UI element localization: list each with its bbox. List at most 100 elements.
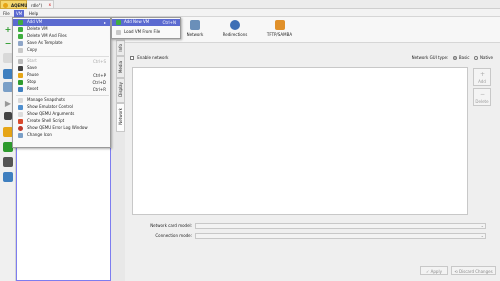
app-tab[interactable]: AQEMU xyxy=(0,0,27,9)
menu-bar: File VM Help xyxy=(0,9,500,17)
delete-button-label: Delete xyxy=(475,99,489,104)
menu-separator xyxy=(16,56,109,57)
tab-tftp-samba[interactable]: TFTP/SAMBA xyxy=(257,20,302,37)
menu-item-reset[interactable]: Reset Ctrl+R xyxy=(13,86,110,93)
new-vm-icon xyxy=(116,20,121,25)
network-icon xyxy=(190,20,200,30)
radio-basic-label: Basic xyxy=(458,55,470,60)
menu-item-label: Start xyxy=(27,58,37,63)
enable-network-row[interactable]: Enable network xyxy=(130,55,168,60)
menu-item-shortcut: Ctrl+P xyxy=(93,73,106,78)
tab-network[interactable]: Network xyxy=(175,20,215,37)
submenu-arrow-icon: ▸ xyxy=(103,20,106,25)
menu-item-shortcut: Ctrl+R xyxy=(92,87,106,92)
menu-item-save[interactable]: Save xyxy=(13,65,110,72)
menu-item-add-new-vm[interactable]: Add New VM Ctrl+N xyxy=(112,19,180,26)
reset-icon xyxy=(18,87,23,92)
add-button[interactable]: + Add xyxy=(473,68,491,86)
menu-item-label: Add New VM xyxy=(124,19,150,24)
emulator-control-icon xyxy=(18,105,23,110)
menu-item-delete-vm[interactable]: Delete VM xyxy=(13,26,110,33)
menu-item-shell-script[interactable]: Create Shell Script xyxy=(13,118,110,125)
plus-icon: + xyxy=(480,71,486,78)
save-icon xyxy=(18,66,23,71)
error-log-icon xyxy=(18,126,23,131)
side-tab-display[interactable]: Display xyxy=(116,78,125,103)
side-tabs: Info Media Display Network xyxy=(116,40,125,132)
menu-item-pause[interactable]: Pause Ctrl+P xyxy=(13,72,110,79)
side-tab-media[interactable]: Media xyxy=(116,56,125,78)
card-model-select[interactable]: ⌄ xyxy=(195,223,486,229)
tab-network-label: Network xyxy=(186,32,204,37)
menu-item-save-template[interactable]: Save As Template xyxy=(13,40,110,47)
menu-file[interactable]: File xyxy=(3,11,10,16)
menu-item-label: Manage Snapshots xyxy=(27,97,65,102)
discard-changes-button[interactable]: ⟲ Discard Changes xyxy=(451,266,496,275)
connection-mode-label: Connection mode: xyxy=(155,233,192,238)
menu-item-label: Show Emulator Control xyxy=(27,104,73,109)
chevron-down-icon: ⌄ xyxy=(480,223,484,228)
gui-type-group: Network GUI type: Basic Native xyxy=(412,55,493,60)
menu-vm[interactable]: VM xyxy=(14,10,25,17)
gui-type-label: Network GUI type: xyxy=(411,55,449,60)
menu-item-emulator-control[interactable]: Show Emulator Control xyxy=(13,104,110,111)
menu-separator xyxy=(16,95,109,96)
load-vm-icon xyxy=(116,30,121,35)
arguments-icon xyxy=(18,112,23,117)
menu-item-load-vm[interactable]: Load VM From File xyxy=(112,29,180,36)
delete-files-icon xyxy=(18,34,23,39)
menu-item-label: Stop xyxy=(27,79,37,84)
add-icon xyxy=(18,20,23,25)
menu-item-change-icon[interactable]: Change Icon xyxy=(13,132,110,139)
menu-item-qemu-arguments[interactable]: Show QEMU Arguments xyxy=(13,111,110,118)
menu-item-label: Delete VM xyxy=(27,26,48,31)
menu-item-error-log[interactable]: Show QEMU Error Log Window xyxy=(13,125,110,132)
side-tab-media-label: Media xyxy=(118,61,123,74)
change-icon-icon xyxy=(18,133,23,138)
snapshots-icon xyxy=(18,98,23,103)
network-panel: Enable network Network GUI type: Basic N… xyxy=(130,50,495,278)
menu-item-shortcut: Ctrl+S xyxy=(92,59,106,64)
menu-item-delete-vm-files[interactable]: Delete VM And Files xyxy=(13,33,110,40)
delete-button[interactable]: − Delete xyxy=(473,88,491,106)
menu-item-stop[interactable]: Stop Ctrl+D xyxy=(13,79,110,86)
delete-icon xyxy=(18,27,23,32)
terminal-icon[interactable] xyxy=(3,157,13,167)
menu-item-manage-snapshots[interactable]: Manage Snapshots xyxy=(13,97,110,104)
template-icon xyxy=(18,41,23,46)
doc-tab[interactable]: rdle") x xyxy=(27,0,54,9)
menu-item-shortcut: Ctrl+N xyxy=(162,20,176,25)
side-tab-info[interactable]: Info xyxy=(116,40,125,56)
side-tab-network[interactable]: Network xyxy=(116,103,125,132)
menu-item-label: Load VM From File xyxy=(124,29,161,34)
menu-item-label: Show QEMU Error Log Window xyxy=(27,125,88,130)
tab-redirections[interactable]: Redirections xyxy=(215,20,255,37)
menu-item-label: Save xyxy=(27,65,37,70)
enable-network-checkbox[interactable] xyxy=(130,56,134,60)
radio-basic[interactable] xyxy=(452,56,457,60)
connection-mode-select[interactable]: ⌄ xyxy=(195,233,486,239)
menu-item-copy[interactable]: Copy xyxy=(13,47,110,54)
chevron-down-icon: ⌄ xyxy=(480,233,484,238)
app-tab-label: AQEMU xyxy=(11,3,28,8)
save-icon[interactable] xyxy=(4,112,12,120)
radio-native-label: Native xyxy=(480,55,493,60)
close-icon[interactable]: x xyxy=(49,2,51,7)
network-cards-list[interactable] xyxy=(132,67,468,215)
title-bar: AQEMU rdle") x xyxy=(0,0,500,9)
enable-network-label: Enable network xyxy=(137,55,169,60)
menu-item-add-vm[interactable]: Add VM ▸ xyxy=(13,19,110,26)
menu-item-label: Reset xyxy=(27,86,39,91)
reset-icon[interactable] xyxy=(3,172,13,182)
side-tab-display-label: Display xyxy=(118,82,123,97)
side-tab-info-label: Info xyxy=(118,44,123,52)
menu-help[interactable]: Help xyxy=(29,11,38,16)
tftp-samba-icon xyxy=(274,20,285,30)
menu-item-start[interactable]: Start Ctrl+S xyxy=(13,58,110,65)
menu-item-shortcut: Ctrl+D xyxy=(92,80,106,85)
menu-item-label: Show QEMU Arguments xyxy=(27,111,75,116)
card-model-label: Network card model: xyxy=(150,223,192,228)
apply-button[interactable]: ✓ Apply xyxy=(420,266,448,275)
radio-native[interactable] xyxy=(473,56,478,60)
add-vm-submenu: Add New VM Ctrl+N Load VM From File xyxy=(111,17,181,39)
